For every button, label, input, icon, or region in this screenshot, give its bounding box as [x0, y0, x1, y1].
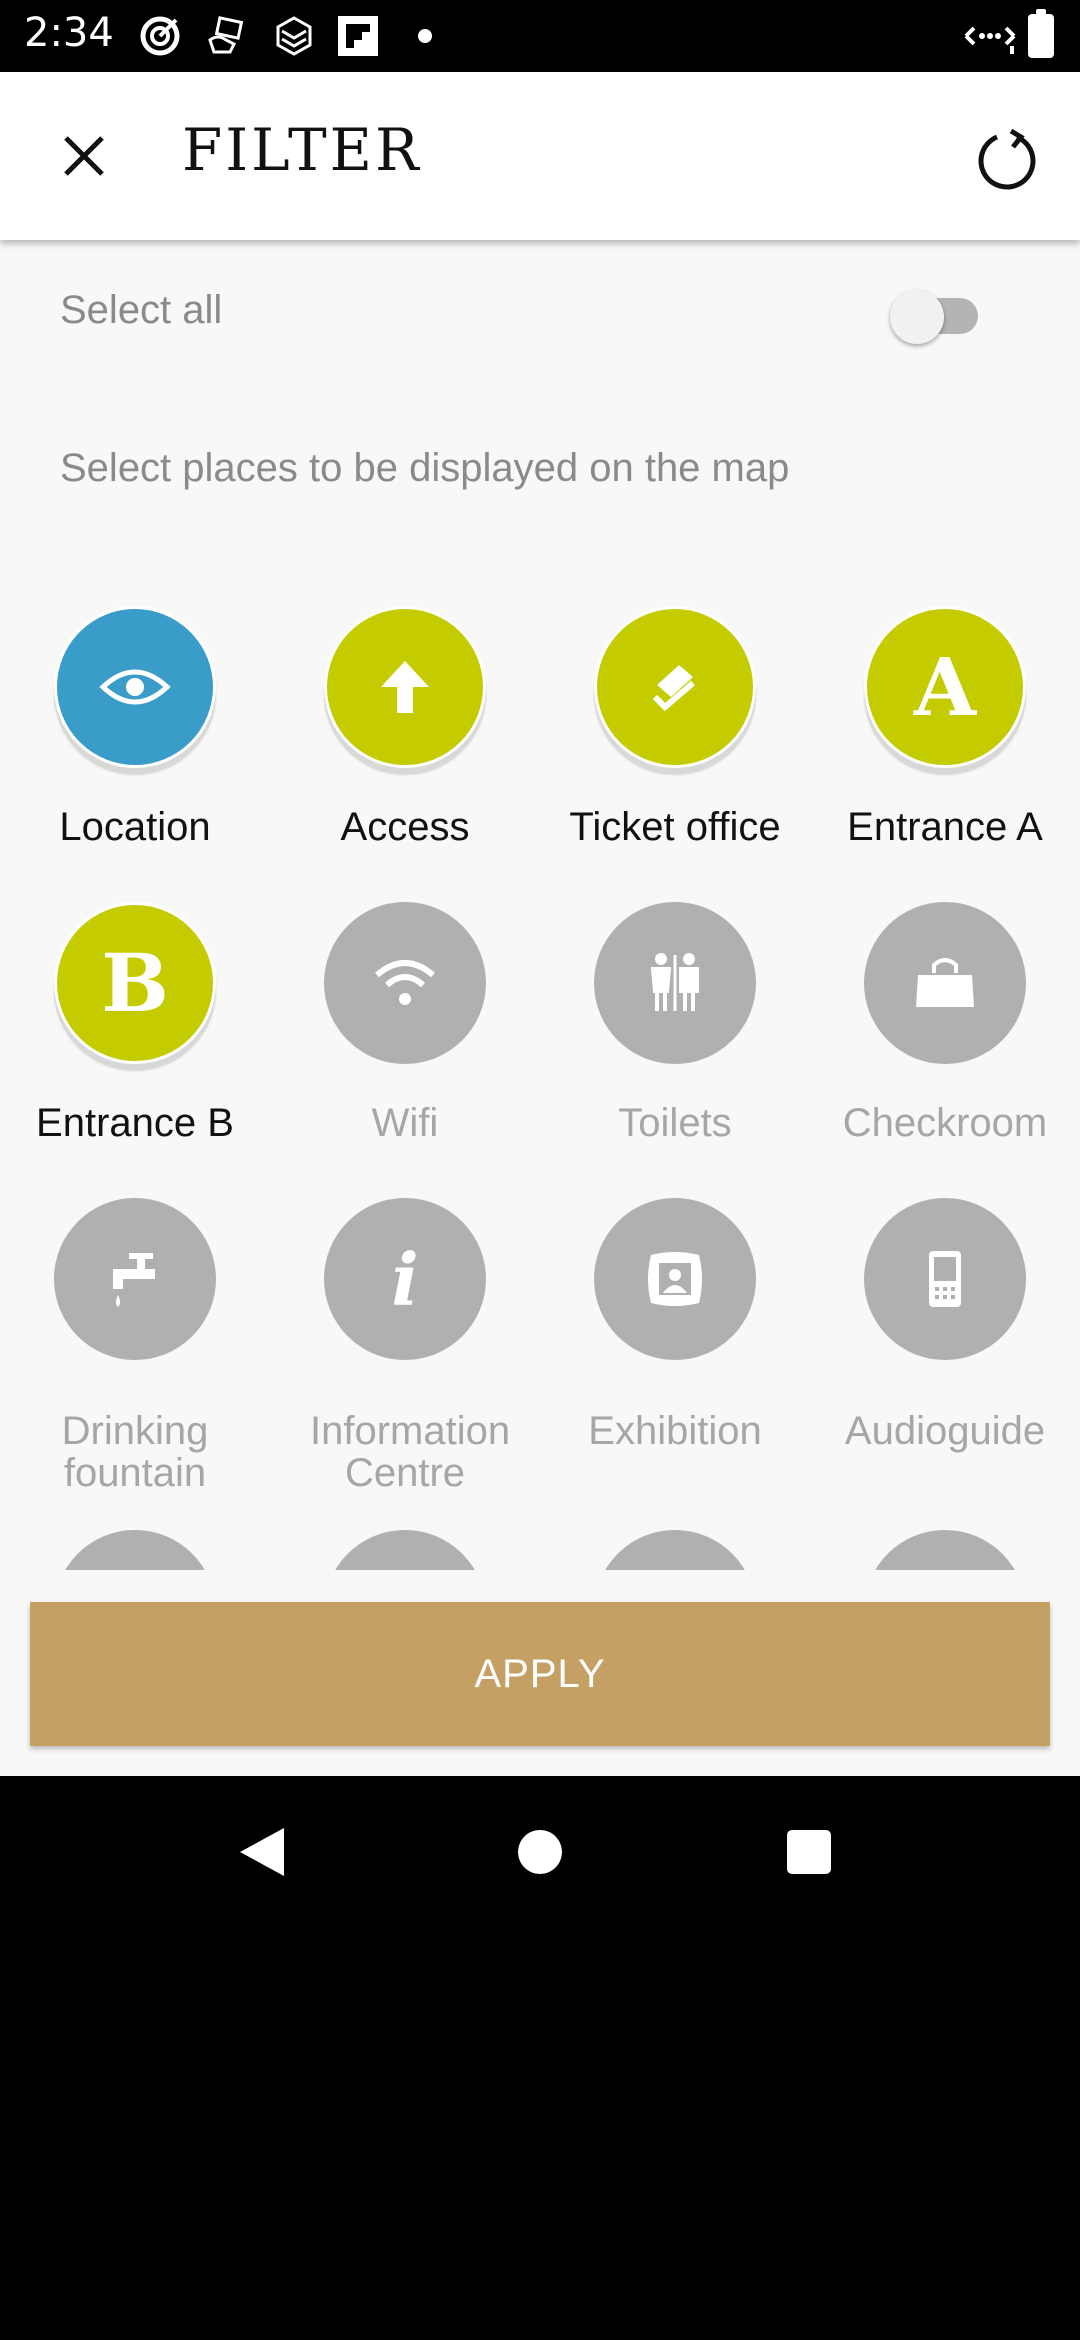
arrow-up-icon: [324, 606, 486, 768]
home-icon[interactable]: [518, 1830, 562, 1874]
select-all-label: Select all: [60, 288, 223, 332]
info-icon: i: [324, 1198, 486, 1360]
filter-item-label: Toilets: [618, 1101, 732, 1145]
filter-item-label: Drinking fountain: [61, 1409, 209, 1495]
page-title: FILTER: [182, 116, 422, 184]
reset-button[interactable]: [968, 120, 1048, 200]
filter-item-label: Information Centre: [310, 1409, 511, 1495]
filter-item-label: Audioguide: [844, 1409, 1046, 1453]
flipboard-icon: [334, 12, 382, 60]
filter-item-label: Wifi: [371, 1101, 439, 1145]
system-nav-bar: [0, 1776, 1080, 1926]
status-bar: 2:34: [0, 0, 1080, 72]
filter-item-label: Entrance B: [36, 1101, 234, 1145]
data-arrows-icon: [962, 12, 1018, 60]
filter-item-label: Ticket office: [569, 805, 781, 849]
letter-a-icon: A: [864, 606, 1026, 768]
close-icon: [64, 136, 104, 176]
filter-item-label: Location: [59, 805, 211, 849]
filter-item-label: Checkroom: [842, 1101, 1048, 1145]
filter-panel: Select all Select places to be displayed…: [0, 240, 1080, 1776]
app-bar: FILTER: [0, 72, 1080, 240]
notification-dot: [418, 29, 432, 43]
phone-icon: [864, 1198, 1026, 1360]
ticket-icon: [594, 606, 756, 768]
close-button[interactable]: [48, 120, 120, 192]
apply-button[interactable]: APPLY: [30, 1602, 1050, 1746]
filter-item-label: Entrance A: [847, 805, 1043, 849]
letter-b-icon: B: [54, 902, 216, 1064]
toggle-thumb: [890, 290, 944, 344]
portrait-frame-icon: [594, 1198, 756, 1360]
back-icon[interactable]: [240, 1828, 284, 1876]
eye-icon: [54, 606, 216, 768]
toilets-icon: [594, 902, 756, 1064]
select-all-toggle[interactable]: [890, 282, 990, 344]
layers-icon: [270, 12, 318, 60]
filter-item-label: Access: [340, 805, 470, 849]
status-time: 2:34: [24, 10, 114, 56]
recents-icon[interactable]: [787, 1830, 831, 1874]
hand-card-icon: [202, 12, 250, 60]
battery-icon: [1028, 9, 1054, 58]
bag-icon: [864, 902, 1026, 1064]
filter-hint: Select places to be displayed on the map: [60, 446, 790, 490]
tap-icon: [54, 1198, 216, 1360]
refresh-icon: [978, 129, 1036, 190]
target-icon: [136, 12, 184, 60]
filter-item-label: Exhibition: [588, 1409, 762, 1453]
wifi-icon: [324, 902, 486, 1064]
